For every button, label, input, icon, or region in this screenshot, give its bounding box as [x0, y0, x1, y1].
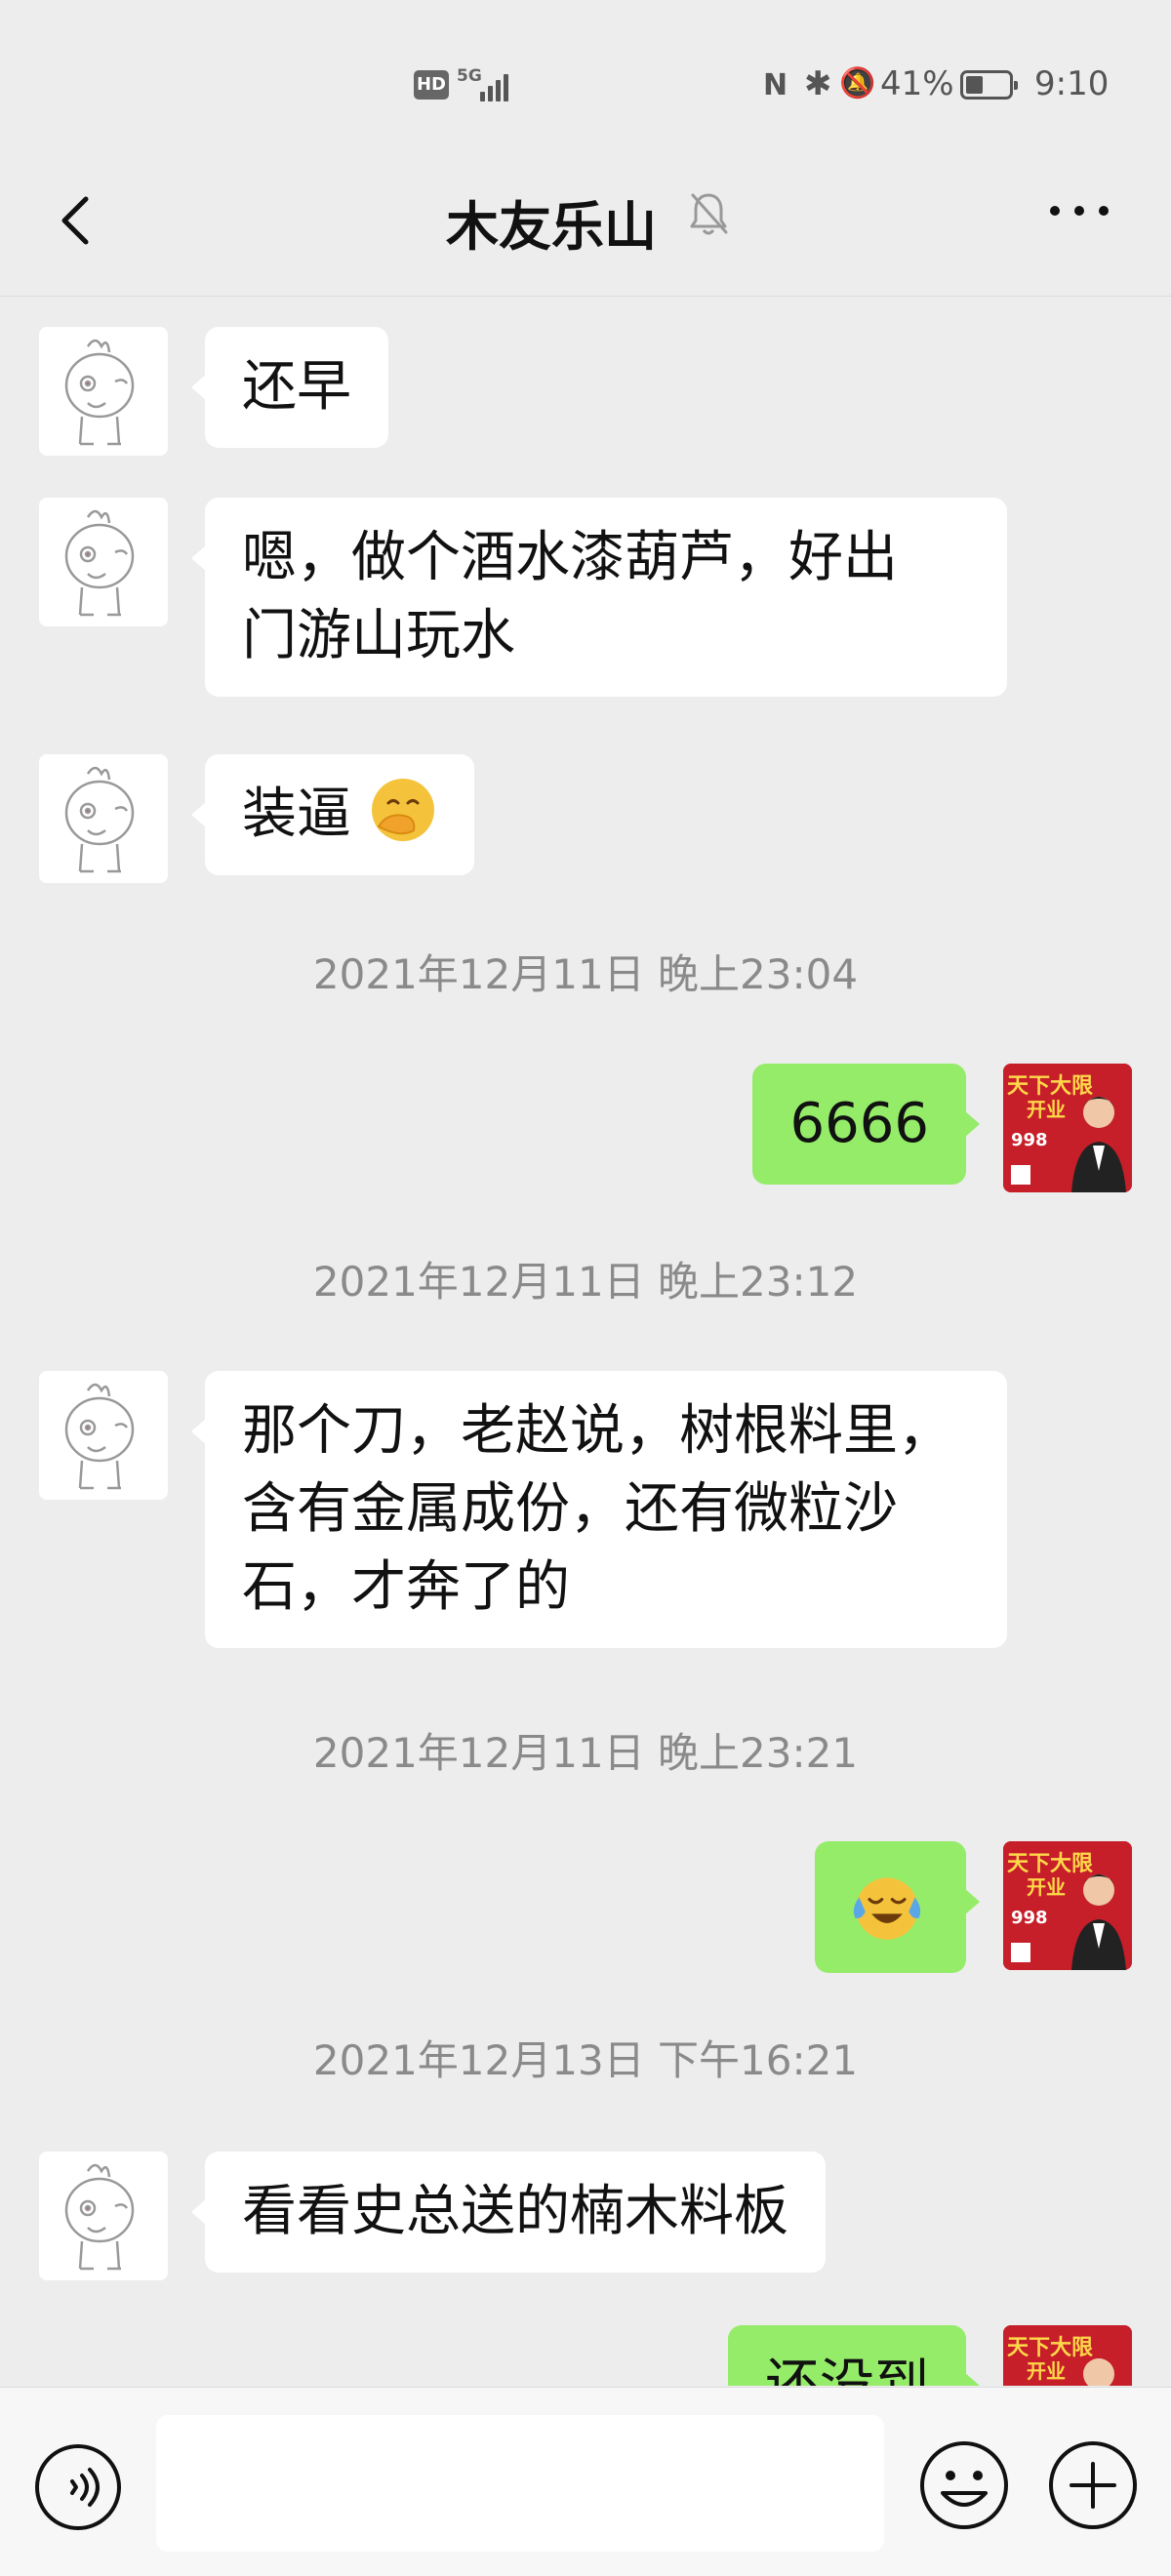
poster-text: 开业	[1027, 2359, 1066, 2383]
laughing-crying-emoji-icon	[853, 1877, 921, 1940]
timestamp: 2021年12月13日 下午16:21	[312, 2036, 859, 2084]
mute-bell-icon	[690, 193, 728, 235]
more-icon[interactable]	[1048, 199, 1110, 219]
poster-text: 开业	[1027, 1875, 1066, 1899]
hd-icon: HD	[414, 70, 449, 100]
message-text: 装逼	[242, 783, 351, 846]
poster-text: 开业	[1027, 1098, 1066, 1121]
status-time: 9:10	[1034, 64, 1110, 103]
message-text-line: 含有金属成份，还有微粒沙	[242, 1477, 898, 1541]
contact-avatar[interactable]	[39, 1371, 168, 1500]
message-text-line: 石，才奔了的	[242, 1555, 570, 1619]
contact-avatar[interactable]	[39, 754, 168, 883]
poster-text: 天下大限	[1007, 1074, 1093, 1099]
message-text-line: 嗯，做个酒水漆葫芦，好出	[242, 526, 898, 589]
battery-icon	[960, 70, 1018, 100]
signal-icon	[478, 68, 513, 101]
contact-avatar[interactable]	[39, 327, 168, 456]
message-text-line: 门游山玩水	[242, 604, 515, 667]
message-bubble[interactable]: 6666	[752, 1064, 980, 1185]
my-avatar[interactable]: 天下大限 开业	[1003, 2325, 1132, 2386]
poster-text: 天下大限	[1007, 1852, 1093, 1876]
timestamp: 2021年12月11日 晚上23:04	[312, 950, 859, 998]
timestamp: 2021年12月11日 晚上23:12	[312, 1258, 859, 1306]
timestamp: 2021年12月11日 晚上23:21	[312, 1729, 859, 1777]
chat-header: 木友乐山	[0, 166, 1171, 297]
poster-price: 998	[1011, 1908, 1048, 1928]
hand-over-mouth-emoji-icon	[371, 779, 434, 841]
poster-text: 天下大限	[1007, 2336, 1093, 2360]
bluetooth-icon: ✱	[804, 64, 832, 103]
message-bubble[interactable]: 那个刀，老赵说，树根料里， 含有金属成份，还有微粒沙 石，才奔了的	[191, 1371, 1007, 1648]
message-text-line: 那个刀，老赵说，树根料里，	[242, 1399, 952, 1463]
message-text: 还没到	[765, 2354, 929, 2386]
message-input[interactable]	[156, 2415, 884, 2552]
message-bubble[interactable]	[815, 1841, 980, 1973]
status-bar: HD 5G N ✱ 🔕 41% 9:10	[0, 0, 1171, 166]
input-bar	[0, 2387, 1171, 2576]
message-bubble[interactable]: 装逼	[191, 754, 474, 875]
message-text: 看看史总送的楠木料板	[242, 2180, 788, 2243]
emoji-icon[interactable]	[917, 2438, 1011, 2532]
voice-icon[interactable]	[33, 2442, 123, 2532]
message-bubble[interactable]: 还没到	[728, 2325, 980, 2386]
poster-price: 998	[1011, 1130, 1048, 1150]
my-avatar[interactable]: 天下大限 开业 998	[1003, 1064, 1132, 1192]
plus-icon[interactable]	[1046, 2438, 1140, 2532]
message-bubble[interactable]: 看看史总送的楠木料板	[191, 2152, 826, 2273]
contact-avatar[interactable]	[39, 498, 168, 626]
notification-mute-icon: 🔕	[839, 66, 876, 101]
message-bubble[interactable]: 还早	[191, 327, 388, 448]
contact-avatar[interactable]	[39, 2152, 168, 2280]
my-avatar[interactable]: 天下大限 开业 998	[1003, 1841, 1132, 1970]
message-text: 还早	[242, 355, 351, 419]
message-list[interactable]: 还早 嗯，做个酒水漆葫芦，好出 门游山玩水 装逼 2021年12月11日 晚上2…	[0, 298, 1171, 2386]
nfc-icon: N	[763, 68, 788, 102]
message-bubble[interactable]: 嗯，做个酒水漆葫芦，好出 门游山玩水	[191, 498, 1007, 697]
chat-title: 木友乐山	[446, 196, 657, 258]
message-text: 6666	[789, 1092, 929, 1155]
battery-percent: 41%	[880, 64, 954, 103]
